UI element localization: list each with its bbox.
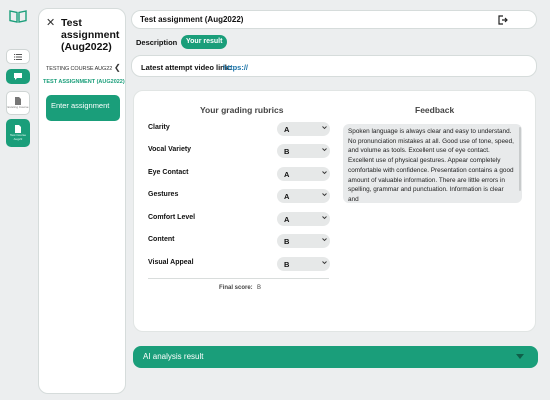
- document-icon: [15, 96, 21, 105]
- grade-value: B: [284, 147, 290, 156]
- nav-rail: Existing Course Test Course Aug22: [0, 0, 36, 400]
- chevron-down-icon: [322, 171, 327, 175]
- feedback-scrollbar[interactable]: [519, 127, 521, 191]
- rubrics-heading: Your grading rubrics: [200, 105, 284, 115]
- grade-select[interactable]: B: [277, 234, 330, 248]
- chevron-down-icon: [322, 193, 327, 197]
- feedback-heading: Feedback: [415, 105, 455, 115]
- rail-caption: Test Course Aug22: [9, 133, 26, 141]
- ai-analysis-label: AI analysis result: [143, 352, 204, 361]
- video-link[interactable]: https://: [223, 63, 248, 72]
- rail-chat-button[interactable]: [6, 69, 30, 84]
- rubric-label: Gestures: [148, 191, 179, 198]
- chevron-left-icon[interactable]: ❮: [114, 63, 121, 72]
- chevron-down-icon: [322, 216, 327, 220]
- rubric-row: Eye Contact A: [148, 167, 335, 181]
- grade-select[interactable]: A: [277, 167, 330, 181]
- result-card: Your grading rubrics Feedback Clarity A …: [133, 90, 536, 332]
- close-icon[interactable]: ✕: [46, 16, 55, 29]
- assignment-title: Test assignment (Aug2022): [61, 17, 120, 53]
- feedback-text: Spoken language is always clear and easy…: [348, 128, 514, 203]
- rubric-label: Visual Appeal: [148, 259, 194, 266]
- book-logo-icon[interactable]: [9, 9, 27, 23]
- grade-value: A: [284, 192, 290, 201]
- grade-select[interactable]: B: [277, 144, 330, 158]
- feedback-textbox[interactable]: Spoken language is always clear and easy…: [343, 124, 522, 203]
- rubric-row: Gestures A: [148, 189, 335, 203]
- ai-analysis-accordion[interactable]: AI analysis result: [133, 346, 538, 368]
- grade-value: B: [284, 237, 290, 246]
- rail-list-button[interactable]: [6, 49, 30, 64]
- chevron-down-icon: [322, 261, 327, 265]
- list-icon: [14, 53, 22, 60]
- rubric-label: Content: [148, 236, 175, 243]
- chevron-down-icon: [322, 238, 327, 242]
- rubric-row: Vocal Variety B: [148, 144, 335, 158]
- chat-bubble-icon: [14, 73, 22, 80]
- exit-icon[interactable]: [498, 15, 508, 25]
- video-link-label: Latest attempt video link:: [141, 63, 232, 72]
- grade-select[interactable]: A: [277, 122, 330, 136]
- rubric-label: Vocal Variety: [148, 146, 192, 153]
- grade-select[interactable]: B: [277, 257, 330, 271]
- page-title: Test assignment (Aug2022): [140, 15, 244, 24]
- grade-select[interactable]: A: [277, 189, 330, 203]
- rubric-row: Content B: [148, 234, 335, 248]
- rail-active-course-button[interactable]: Test Course Aug22: [6, 119, 30, 147]
- grade-select[interactable]: A: [277, 212, 330, 226]
- caret-down-icon: [516, 354, 524, 359]
- tab-your-result[interactable]: Your result: [181, 35, 228, 49]
- course-name[interactable]: TESTING COURSE AUG22: [46, 66, 112, 72]
- rubric-label: Eye Contact: [148, 169, 189, 176]
- header-bar: Test assignment (Aug2022): [131, 10, 537, 29]
- rail-existing-course-button[interactable]: Existing Course: [6, 91, 30, 115]
- grade-value: A: [284, 215, 290, 224]
- video-link-bar: Latest attempt video link: https://: [131, 55, 537, 77]
- grade-value: A: [284, 170, 290, 179]
- final-score-value: B: [257, 285, 262, 291]
- grade-value: A: [284, 125, 290, 134]
- rail-caption: Existing Course: [7, 104, 29, 109]
- rubric-row: Clarity A: [148, 122, 335, 136]
- chevron-down-icon: [322, 148, 327, 152]
- rubric-row: Comfort Level A: [148, 212, 335, 226]
- course-panel: ✕ Test assignment (Aug2022) TESTING COUR…: [38, 8, 126, 394]
- assignment-link[interactable]: TEST ASSIGNMENT (AUG2022): [43, 79, 125, 85]
- grade-value: B: [284, 260, 290, 269]
- enter-assignment-button[interactable]: Enter assignment: [46, 95, 120, 121]
- rubric-divider: [148, 278, 329, 279]
- rubric-label: Comfort Level: [148, 214, 196, 221]
- rubric-label: Clarity: [148, 124, 170, 131]
- document-icon: [15, 125, 21, 133]
- tab-description[interactable]: Description: [136, 38, 177, 47]
- final-score-label: Final score:: [219, 285, 253, 291]
- chevron-down-icon: [322, 126, 327, 130]
- rubric-row: Visual Appeal B: [148, 257, 335, 271]
